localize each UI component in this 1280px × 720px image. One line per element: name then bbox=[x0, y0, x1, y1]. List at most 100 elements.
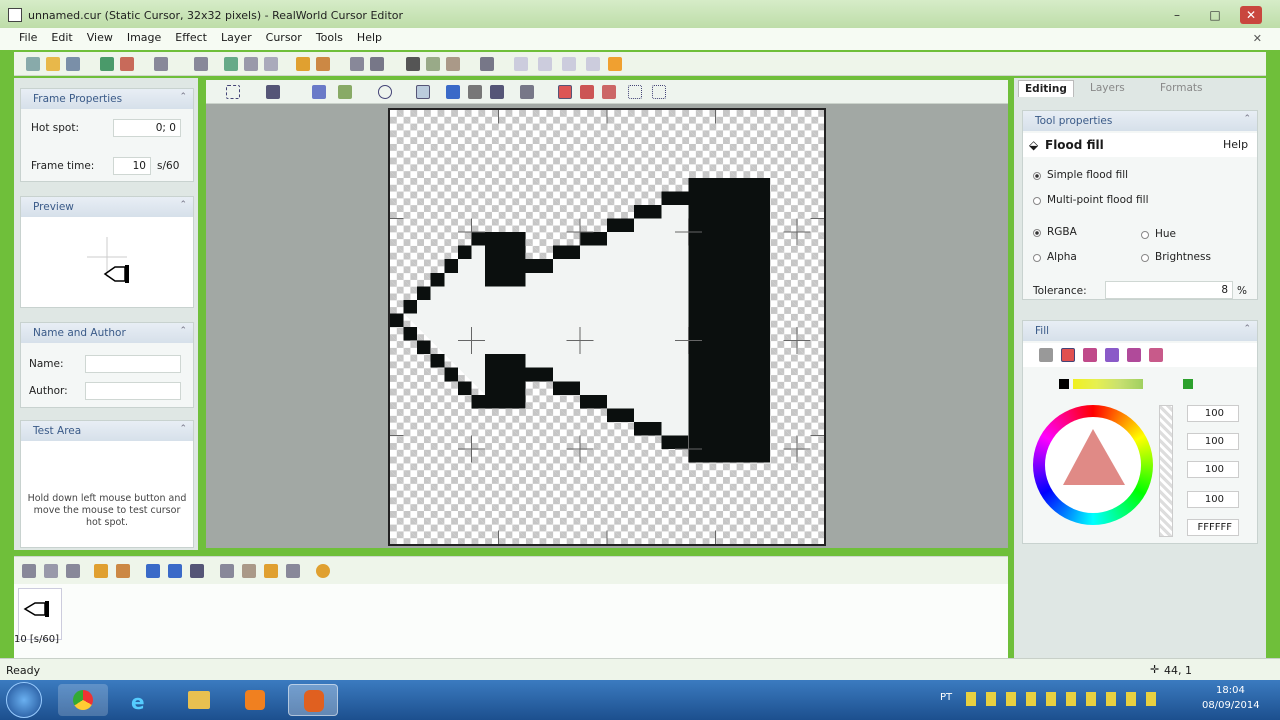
collapse-icon[interactable]: ⌃ bbox=[179, 200, 187, 210]
export-icon[interactable] bbox=[120, 57, 134, 71]
hand-icon[interactable] bbox=[608, 57, 622, 71]
collapse-icon[interactable]: ⌃ bbox=[179, 424, 187, 434]
user-icon[interactable] bbox=[480, 57, 494, 71]
new-icon[interactable] bbox=[26, 57, 40, 71]
move-up-icon[interactable] bbox=[168, 564, 182, 578]
maximize-button[interactable]: □ bbox=[1204, 6, 1226, 24]
clock-icon[interactable] bbox=[538, 57, 552, 71]
gradient-fill-icon[interactable] bbox=[1105, 348, 1119, 362]
insert-frame-icon[interactable] bbox=[44, 564, 58, 578]
open-icon[interactable] bbox=[46, 57, 60, 71]
tab-editing[interactable]: Editing bbox=[1018, 80, 1074, 97]
collapse-icon[interactable]: ⌃ bbox=[179, 326, 187, 336]
alpha-radio[interactable] bbox=[1033, 254, 1041, 262]
rgba-radio[interactable] bbox=[1033, 229, 1041, 237]
no-fill-icon[interactable] bbox=[1039, 348, 1053, 362]
import-icon[interactable] bbox=[100, 57, 114, 71]
collapse-icon[interactable]: ⌃ bbox=[1243, 114, 1251, 124]
copy-frame-icon[interactable] bbox=[94, 564, 108, 578]
hex-color-field[interactable]: FFFFFF bbox=[1187, 519, 1239, 536]
media-player-taskbar-icon[interactable] bbox=[230, 684, 280, 716]
lasso-icon[interactable] bbox=[350, 57, 364, 71]
hue-radio[interactable] bbox=[1141, 231, 1149, 239]
copy-icon[interactable] bbox=[244, 57, 258, 71]
play-icon[interactable] bbox=[316, 564, 330, 578]
paste-icon[interactable] bbox=[264, 57, 278, 71]
image-fill-icon[interactable] bbox=[1149, 348, 1163, 362]
frame-thumbnail[interactable] bbox=[18, 588, 62, 640]
color-triangle[interactable] bbox=[1033, 405, 1153, 525]
move-down-icon[interactable] bbox=[146, 564, 160, 578]
name-field[interactable] bbox=[85, 355, 181, 373]
adjust-icon[interactable] bbox=[426, 57, 440, 71]
collapse-icon[interactable]: ⌃ bbox=[1243, 324, 1251, 334]
simple-flood-fill-radio[interactable] bbox=[1033, 172, 1041, 180]
save-icon[interactable] bbox=[66, 57, 80, 71]
ellipse-icon[interactable] bbox=[378, 85, 392, 99]
minimize-button[interactable]: – bbox=[1166, 6, 1188, 24]
tray-icons[interactable] bbox=[966, 692, 1166, 706]
move-icon[interactable] bbox=[490, 85, 504, 99]
selection-icon[interactable] bbox=[226, 85, 240, 99]
frametime-field[interactable]: 10 bbox=[113, 157, 151, 175]
brightness-radio[interactable] bbox=[1141, 254, 1149, 262]
menu-file[interactable]: File bbox=[12, 28, 44, 47]
refresh-icon[interactable] bbox=[562, 57, 576, 71]
author-field[interactable] bbox=[85, 382, 181, 400]
text-icon[interactable] bbox=[312, 85, 326, 99]
collapse-icon[interactable]: ⌃ bbox=[179, 92, 187, 102]
grid-icon[interactable] bbox=[628, 85, 642, 99]
radial-fill-icon[interactable] bbox=[1127, 348, 1141, 362]
recent-colors-icon[interactable] bbox=[1073, 379, 1143, 389]
close-button[interactable]: ✕ bbox=[1240, 6, 1262, 24]
gradient-icon[interactable] bbox=[446, 57, 460, 71]
cursor-canvas[interactable] bbox=[388, 108, 826, 546]
document-close-icon[interactable]: ✕ bbox=[1253, 32, 1262, 45]
transform-icon[interactable] bbox=[370, 57, 384, 71]
menu-cursor[interactable]: Cursor bbox=[259, 28, 309, 47]
menu-help[interactable]: Help bbox=[350, 28, 389, 47]
ie-taskbar-icon[interactable]: e bbox=[114, 684, 164, 716]
clock-time[interactable]: 18:04 bbox=[1216, 685, 1245, 696]
color-wheel[interactable] bbox=[1033, 405, 1153, 525]
blend-mode-3-icon[interactable] bbox=[602, 85, 616, 99]
explorer-taskbar-icon[interactable] bbox=[174, 684, 224, 716]
language-indicator[interactable]: PT bbox=[940, 692, 952, 703]
solid-fill-icon[interactable] bbox=[1061, 348, 1075, 362]
app-taskbar-icon[interactable] bbox=[348, 684, 398, 716]
blend-mode-2-icon[interactable] bbox=[580, 85, 594, 99]
blend-mode-1-icon[interactable] bbox=[558, 85, 572, 99]
pixel-grid-icon[interactable] bbox=[652, 85, 666, 99]
paste-frame-icon[interactable] bbox=[116, 564, 130, 578]
tolerance-field[interactable]: 8 bbox=[1105, 281, 1233, 299]
alpha-slider[interactable] bbox=[1159, 405, 1173, 537]
cursor-editor-taskbar-icon[interactable] bbox=[288, 684, 338, 716]
undo-icon[interactable] bbox=[154, 57, 168, 71]
color-value-4[interactable]: 100 bbox=[1187, 491, 1239, 508]
menu-edit[interactable]: Edit bbox=[44, 28, 79, 47]
help-button[interactable]: Help bbox=[1223, 138, 1248, 151]
eyedropper-icon[interactable] bbox=[468, 85, 482, 99]
clock-date[interactable]: 08/09/2014 bbox=[1202, 700, 1260, 711]
flood-fill-icon[interactable] bbox=[446, 85, 460, 99]
color-value-1[interactable]: 100 bbox=[1187, 405, 1239, 422]
cut-icon[interactable] bbox=[224, 57, 238, 71]
frame-sort-icon[interactable] bbox=[286, 564, 300, 578]
frame-effect-icon[interactable] bbox=[242, 564, 256, 578]
menu-image[interactable]: Image bbox=[120, 28, 168, 47]
menu-effect[interactable]: Effect bbox=[168, 28, 214, 47]
chrome-taskbar-icon[interactable] bbox=[58, 684, 108, 716]
frame-properties-icon[interactable] bbox=[220, 564, 234, 578]
stop-icon[interactable] bbox=[586, 57, 600, 71]
frame-time-icon[interactable] bbox=[264, 564, 278, 578]
contrast-icon[interactable] bbox=[406, 57, 420, 71]
arrow-icon[interactable] bbox=[514, 57, 528, 71]
merge-icon[interactable] bbox=[316, 57, 330, 71]
stamp-icon[interactable] bbox=[520, 85, 534, 99]
start-button[interactable] bbox=[6, 682, 42, 718]
pattern-fill-icon[interactable] bbox=[1083, 348, 1097, 362]
tab-formats[interactable]: Formats bbox=[1154, 80, 1208, 96]
menu-layer[interactable]: Layer bbox=[214, 28, 259, 47]
color-value-3[interactable]: 100 bbox=[1187, 461, 1239, 478]
redo-icon[interactable] bbox=[194, 57, 208, 71]
